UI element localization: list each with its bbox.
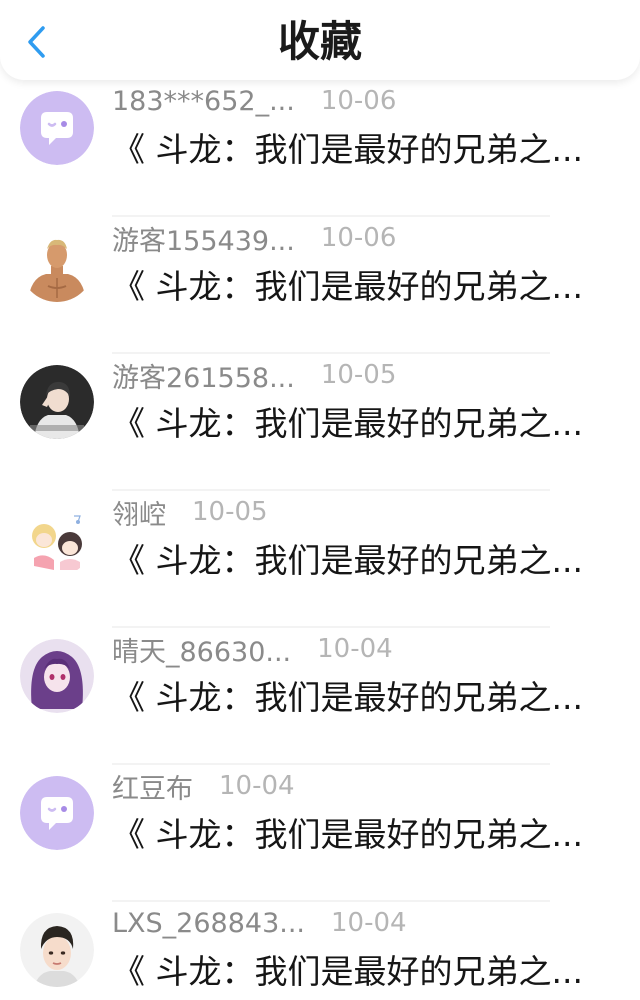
date: 10-04	[331, 908, 407, 938]
list-item[interactable]: 晴天_86630... 10-04 《 斗龙：我们是最好的兄弟之...	[0, 628, 640, 765]
top-bar: 收藏	[0, 0, 640, 80]
username[interactable]: 翎崆	[112, 493, 166, 532]
username[interactable]: LXS_268843...	[112, 908, 305, 939]
item-meta: 游客261558... 10-05	[112, 356, 397, 395]
avatar[interactable]	[20, 228, 94, 302]
date: 10-06	[320, 86, 397, 116]
avatar[interactable]	[20, 776, 94, 850]
favorite-title[interactable]: 《 斗龙：我们是最好的兄弟之...	[112, 265, 602, 309]
date: 10-06	[320, 223, 397, 253]
username[interactable]: 游客261558...	[112, 356, 295, 395]
chat-bubble-avatar-icon	[20, 776, 94, 850]
young-man-avatar-icon	[20, 913, 94, 987]
list-item[interactable]: 红豆布 10-04 《 斗龙：我们是最好的兄弟之...	[0, 765, 640, 902]
avatar[interactable]	[20, 913, 94, 987]
list-item[interactable]: LXS_268843... 10-04 《 斗龙：我们是最好的兄弟之...	[0, 902, 640, 1000]
page-title: 收藏	[277, 17, 362, 66]
date: 10-04	[317, 634, 393, 664]
favorite-title[interactable]: 《 斗龙：我们是最好的兄弟之...	[112, 950, 602, 994]
item-meta: 183***652_... 10-06	[112, 84, 396, 118]
favorites-list: 183***652_... 10-06 《 斗龙：我们是最好的兄弟之... 游客…	[0, 80, 640, 1000]
username[interactable]: 红豆布	[112, 767, 193, 806]
avatar[interactable]	[20, 502, 94, 576]
username[interactable]: 游客155439...	[112, 219, 295, 258]
item-meta: 游客155439... 10-06	[112, 219, 397, 258]
favorite-title[interactable]: 《 斗龙：我们是最好的兄弟之...	[112, 676, 602, 720]
item-meta: 翎崆 10-05	[112, 493, 268, 532]
favorite-title[interactable]: 《 斗龙：我们是最好的兄弟之...	[112, 539, 602, 583]
avatar[interactable]	[20, 91, 94, 165]
avatar[interactable]	[20, 639, 94, 713]
list-item[interactable]: 游客261558... 10-05 《 斗龙：我们是最好的兄弟之...	[0, 354, 640, 491]
muscular-man-avatar-icon	[20, 228, 94, 302]
date: 10-05	[320, 360, 397, 390]
avatar[interactable]	[20, 365, 94, 439]
anime-girl-avatar-icon	[20, 639, 94, 713]
dark-portrait-avatar-icon	[20, 365, 94, 439]
username[interactable]: 183***652_...	[112, 86, 295, 117]
username[interactable]: 晴天_86630...	[112, 630, 291, 669]
favorite-title[interactable]: 《 斗龙：我们是最好的兄弟之...	[112, 402, 602, 446]
date: 10-04	[219, 771, 295, 801]
favorite-title[interactable]: 《 斗龙：我们是最好的兄弟之...	[112, 813, 602, 857]
item-meta: LXS_268843... 10-04	[112, 906, 407, 940]
list-item[interactable]: 翎崆 10-05 《 斗龙：我们是最好的兄弟之...	[0, 491, 640, 628]
list-item[interactable]: 游客155439... 10-06 《 斗龙：我们是最好的兄弟之...	[0, 217, 640, 354]
anime-chibi-avatar-icon	[20, 502, 94, 576]
list-item[interactable]: 183***652_... 10-06 《 斗龙：我们是最好的兄弟之...	[0, 80, 640, 217]
favorite-title[interactable]: 《 斗龙：我们是最好的兄弟之...	[112, 128, 602, 172]
item-meta: 晴天_86630... 10-04	[112, 630, 393, 669]
date: 10-05	[192, 497, 268, 527]
chat-bubble-avatar-icon	[20, 91, 94, 165]
item-meta: 红豆布 10-04	[112, 767, 295, 806]
